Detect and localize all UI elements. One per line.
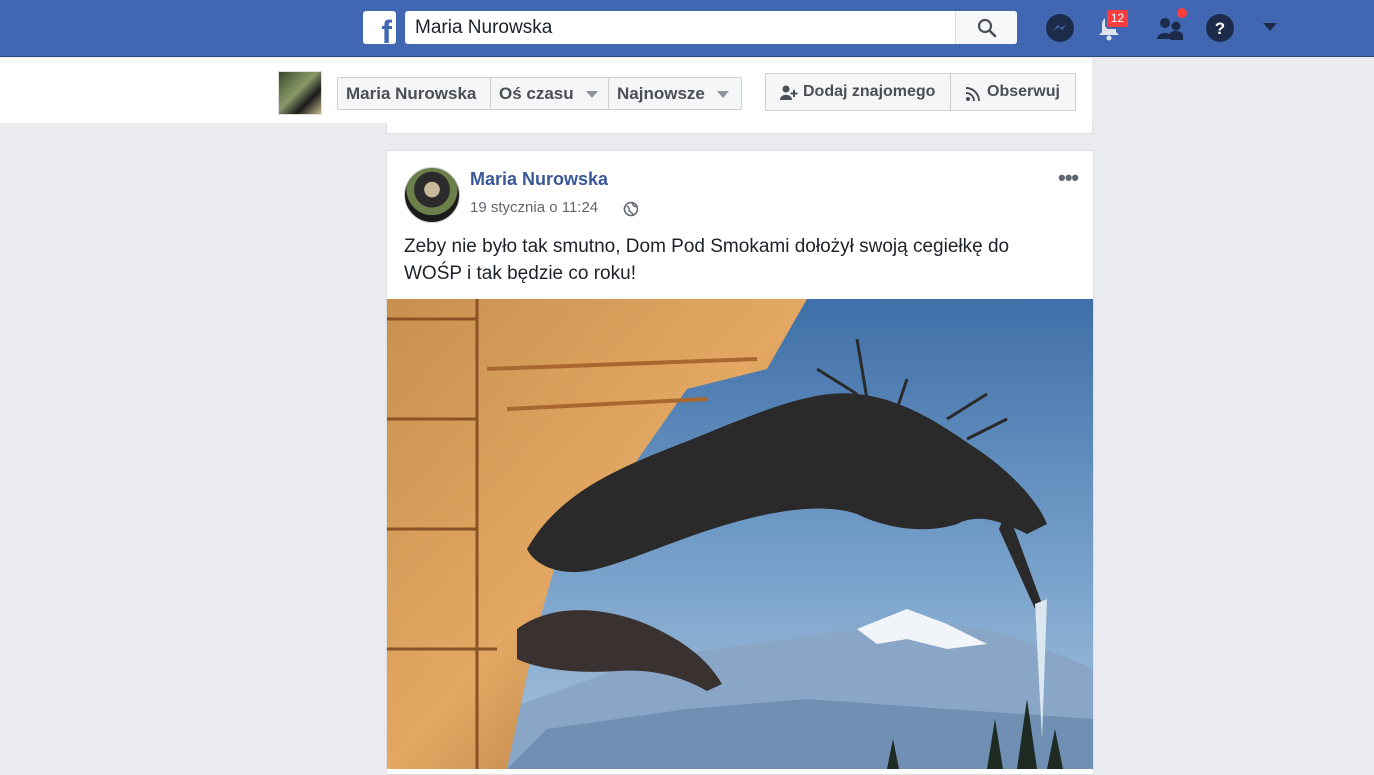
profile-name: Maria Nurowska [346,84,477,103]
previous-card-bottom [386,123,1093,134]
profile-name-link[interactable]: Maria Nurowska [338,78,491,109]
chevron-down-icon [585,91,598,99]
follow-label: Obserwuj [987,83,1060,100]
sort-label: Najnowsze [617,84,705,103]
post-author[interactable]: Maria Nurowska [470,169,608,190]
profile-nav-segment: Maria Nurowska Oś czasu Najnowsze [337,77,742,110]
add-friend-label: Dodaj znajomego [803,83,936,100]
add-friend-icon [780,85,798,100]
post-text: Zeby nie było tak smutno, Dom Pod Smokam… [404,236,1010,284]
post-card: Maria Nurowska 19 stycznia o 11:24 · •••… [386,150,1094,775]
rss-icon [965,87,980,102]
search-icon [977,18,997,38]
post-timestamp[interactable]: 19 stycznia o 11:24 [470,199,598,216]
profile-picture-thumbnail[interactable] [278,71,322,115]
timeline-dropdown[interactable]: Oś czasu [491,78,609,109]
sort-dropdown[interactable]: Najnowsze [609,78,741,109]
account-menu-icon[interactable] [1260,20,1280,34]
timeline-label: Oś czasu [499,84,574,103]
help-icon[interactable]: ? [1205,13,1235,43]
follow-button[interactable]: Obserwuj [950,73,1076,111]
chevron-down-icon [716,91,729,99]
facebook-logo[interactable]: f [363,11,396,44]
add-friend-button[interactable]: Dodaj znajomego [765,73,951,111]
search-button[interactable] [955,11,1017,44]
search-input[interactable]: Maria Nurowska [415,17,552,39]
friend-requests-indicator [1175,6,1189,20]
author-avatar[interactable] [404,167,460,223]
post-options-button[interactable]: ••• [1058,165,1079,191]
globe-icon[interactable]: · [621,200,638,217]
notifications-badge: 12 [1105,8,1130,29]
svg-text:?: ? [1215,19,1225,38]
post-photo[interactable] [387,299,1094,769]
logo-letter: f [381,14,392,44]
messenger-icon[interactable] [1045,13,1075,43]
search-box[interactable]: Maria Nurowska [405,11,1017,44]
